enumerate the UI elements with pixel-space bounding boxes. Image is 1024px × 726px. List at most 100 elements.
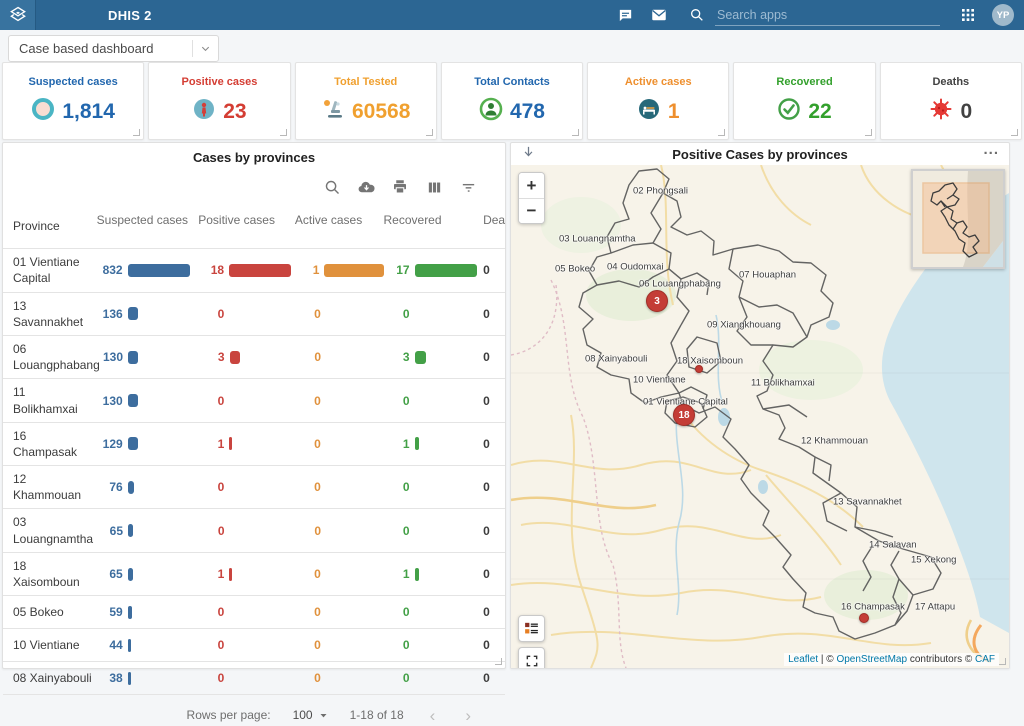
deaths-cell: 0: [483, 305, 505, 323]
positive-bar: [229, 264, 291, 277]
suspected-cell: 38: [97, 671, 199, 685]
province-cell: 10 Vientiane: [13, 632, 97, 658]
table-header-row: Province Suspected cases Positive cases …: [3, 205, 505, 248]
download-cloud-icon[interactable]: [356, 177, 376, 197]
card-positive-cases: Positive cases 23: [148, 62, 290, 140]
dashboard-selector-bar: Case based dashboard: [0, 30, 1024, 62]
page-next-icon[interactable]: ›: [461, 707, 475, 724]
user-avatar[interactable]: YP: [992, 4, 1014, 26]
case-count-marker[interactable]: [859, 613, 869, 623]
view-columns-icon[interactable]: [424, 177, 444, 197]
card-active-cases: Active cases 1: [587, 62, 729, 140]
interpretations-icon[interactable]: [615, 5, 635, 25]
recovered-cell: 0: [384, 394, 484, 408]
col-recovered[interactable]: Recovered: [384, 213, 484, 239]
active-bar: [324, 264, 383, 277]
dhis2-logo[interactable]: [0, 0, 36, 30]
province-map-label: 03 Louangnamtha: [559, 234, 636, 245]
leaflet-link[interactable]: Leaflet: [788, 654, 818, 665]
resize-handle[interactable]: [999, 658, 1006, 665]
caret-down-icon: [319, 711, 328, 720]
page-prev-icon[interactable]: ‹: [426, 707, 440, 724]
positive-cell: 0: [198, 307, 295, 321]
province-map-label: 10 Vientiane: [633, 375, 686, 386]
rows-per-page-label: Rows per page:: [187, 708, 271, 722]
caf-link[interactable]: CAF: [975, 654, 995, 665]
deaths-cell: 0: [483, 348, 505, 366]
fullscreen-button[interactable]: [518, 647, 545, 668]
zoom-out-button[interactable]: −: [519, 198, 544, 223]
table-row: 16 Champasak1291010: [3, 422, 505, 465]
app-header-bar: DHIS 2 YP: [0, 0, 1024, 30]
resize-handle[interactable]: [495, 658, 502, 665]
suspected-cell: 832: [97, 263, 198, 277]
active-cell: 0: [295, 480, 384, 494]
print-icon[interactable]: [390, 177, 410, 197]
suspected-cell: 59: [97, 605, 199, 619]
check-circle-icon: [777, 97, 801, 126]
messages-icon[interactable]: [649, 5, 669, 25]
resize-handle[interactable]: [718, 129, 725, 136]
card-deaths: Deaths 0: [880, 62, 1022, 140]
resize-handle[interactable]: [572, 129, 579, 136]
deaths-cell: 0: [483, 636, 505, 654]
province-cell: 03 Louangnamtha: [13, 509, 97, 551]
suspected-cell: 44: [97, 638, 199, 652]
province-map-label: 02 Phongsali: [633, 186, 688, 197]
case-count-marker[interactable]: 18: [673, 404, 695, 426]
col-active[interactable]: Active cases: [295, 213, 384, 239]
province-map-label: 17 Attapu: [915, 602, 955, 613]
map-more-icon[interactable]: ...: [983, 141, 999, 158]
table-toolbar: [3, 165, 505, 205]
table-search-icon[interactable]: [322, 177, 342, 197]
map-canvas[interactable]: 02 Phongsali03 Louangnamtha05 Bokeo04 Ou…: [511, 165, 1009, 668]
resize-handle[interactable]: [865, 129, 872, 136]
province-map-label: 11 Bolikhamxai: [751, 378, 815, 389]
legend-button[interactable]: [518, 615, 545, 642]
suspected-bar: [128, 264, 190, 277]
recovered-cell: 0: [384, 671, 484, 685]
card-total-contacts: Total Contacts 478: [441, 62, 583, 140]
suspected-bar: [128, 481, 134, 494]
map-download-icon[interactable]: [521, 145, 536, 165]
province-cell: 13 Savannakhet: [13, 293, 97, 335]
col-deaths[interactable]: Deaths: [483, 213, 505, 239]
suspected-cell: 130: [97, 394, 199, 408]
filter-icon[interactable]: [458, 177, 478, 197]
suspected-bar: [128, 606, 132, 619]
province-map-label: 16 Champasak: [841, 602, 905, 613]
positive-cell: 3: [199, 350, 296, 364]
rows-per-page-select[interactable]: 100: [293, 708, 328, 722]
col-suspected[interactable]: Suspected cases: [97, 213, 199, 239]
card-title: Total Contacts: [474, 76, 550, 88]
positive-bar: [229, 437, 232, 450]
col-positive[interactable]: Positive cases: [198, 213, 295, 239]
search-apps-input[interactable]: [715, 5, 940, 26]
resize-handle[interactable]: [133, 129, 140, 136]
overview-inset-map[interactable]: [911, 169, 1005, 269]
resize-handle[interactable]: [1011, 129, 1018, 136]
province-cell: 18 Xaisomboun: [13, 553, 97, 595]
positive-cell: 1: [198, 437, 295, 451]
dashboard-select[interactable]: Case based dashboard: [8, 35, 219, 62]
osm-link[interactable]: OpenStreetMap: [836, 654, 907, 665]
zoom-in-button[interactable]: +: [519, 173, 544, 198]
suspected-bar: [128, 639, 131, 652]
resize-handle[interactable]: [280, 129, 287, 136]
active-cell: 0: [295, 307, 384, 321]
province-map-label: 06 Louangphabang: [639, 279, 721, 290]
positive-cell: 0: [198, 638, 295, 652]
case-count-marker[interactable]: [695, 365, 703, 373]
table-pagination: Rows per page: 100 1-18 of 18 ‹ ›: [3, 694, 505, 726]
apps-menu-icon[interactable]: [958, 5, 978, 25]
col-province[interactable]: Province: [13, 213, 97, 239]
active-cell: 0: [295, 567, 384, 581]
map-title: Positive Cases by provinces: [511, 147, 1009, 162]
resize-handle[interactable]: [426, 129, 433, 136]
table-body: 01 Vientiane Capital83218117013 Savannak…: [3, 248, 505, 694]
province-map-label: 07 Houaphan: [739, 270, 796, 281]
case-count-marker[interactable]: 3: [646, 290, 668, 312]
table-row: 01 Vientiane Capital832181170: [3, 248, 505, 291]
deaths-cell: 0: [483, 565, 505, 583]
card-title: Deaths: [932, 76, 969, 88]
